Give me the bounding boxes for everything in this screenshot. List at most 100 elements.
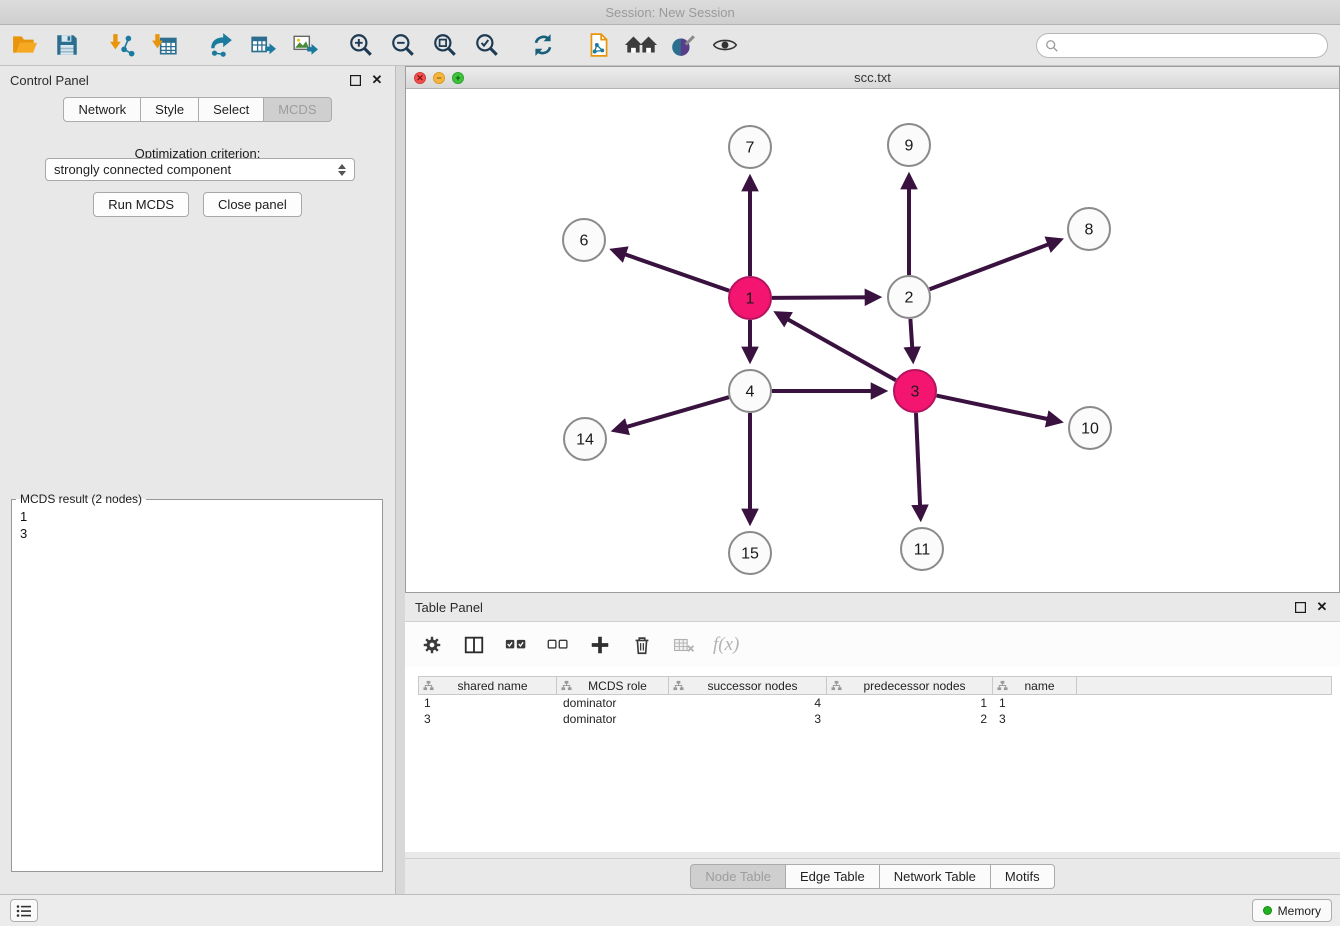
graph-node-1[interactable] [729, 277, 771, 319]
tab-motifs[interactable]: Motifs [991, 864, 1055, 889]
window-title: Session: New Session [605, 5, 734, 20]
select-all-icon[interactable] [503, 633, 529, 657]
table-cell[interactable]: 3 [669, 711, 827, 727]
float-table-panel-icon[interactable] [1292, 599, 1308, 615]
criterion-select[interactable]: strongly connected component [45, 158, 355, 181]
tab-style[interactable]: Style [141, 97, 199, 122]
close-panel-icon[interactable]: ✕ [369, 72, 385, 88]
table-row-1[interactable]: 3dominator323 [418, 711, 1332, 727]
graph-edge-3-1[interactable] [778, 314, 896, 380]
control-panel-title: Control Panel [10, 73, 341, 88]
add-row-icon[interactable] [587, 633, 613, 657]
table-tabs-strip: Node TableEdge TableNetwork TableMotifs [405, 858, 1340, 894]
column-header-name[interactable]: name [993, 676, 1077, 695]
tab-select[interactable]: Select [199, 97, 264, 122]
graph-node-3[interactable] [894, 370, 936, 412]
graph-edge-3-10[interactable] [937, 396, 1059, 422]
copy-network-image-icon[interactable] [582, 28, 616, 62]
column-header-predecessor-nodes[interactable]: predecessor nodes [827, 676, 993, 695]
table-row-0[interactable]: 1dominator411 [418, 695, 1332, 711]
graph-node-10[interactable] [1069, 407, 1111, 449]
tab-network-table[interactable]: Network Table [880, 864, 991, 889]
maximize-window-icon[interactable]: + [452, 72, 464, 84]
graph-node-6[interactable] [563, 219, 605, 261]
mcds-result-text[interactable]: 1 3 [12, 506, 382, 544]
criterion-select-value: strongly connected component [54, 162, 334, 177]
trash-icon[interactable] [629, 633, 655, 657]
table-cell[interactable]: 1 [993, 695, 1077, 711]
network-graph[interactable]: 7968124314101511 [406, 89, 1339, 592]
table-cell[interactable]: 4 [669, 695, 827, 711]
close-panel-button[interactable]: Close panel [203, 192, 302, 217]
search-field[interactable] [1036, 33, 1328, 58]
network-window-title: scc.txt [406, 70, 1339, 85]
graph-edge-4-14[interactable] [616, 397, 729, 430]
tab-mcds[interactable]: MCDS [264, 97, 331, 122]
list-icon [16, 904, 32, 918]
table-cell[interactable]: 3 [993, 711, 1077, 727]
zoom-in-icon[interactable] [344, 28, 378, 62]
tab-network[interactable]: Network [63, 97, 141, 122]
memory-button[interactable]: Memory [1252, 899, 1332, 922]
table-toolbar: f(x) [405, 621, 1340, 667]
export-network-icon[interactable] [204, 28, 238, 62]
control-panel: Control Panel ✕ NetworkStyleSelectMCDS O… [0, 66, 396, 894]
graph-edge-3-11[interactable] [916, 413, 921, 517]
column-sort-icon [997, 680, 1008, 694]
export-table-icon[interactable] [246, 28, 280, 62]
graph-node-7[interactable] [729, 126, 771, 168]
network-window: ✕ − + scc.txt 7968124314101511 [405, 66, 1340, 593]
table-cell[interactable]: dominator [557, 711, 669, 727]
graph-edge-1-6[interactable] [614, 251, 729, 291]
open-folder-icon[interactable] [8, 28, 42, 62]
table-cell[interactable]: dominator [557, 695, 669, 711]
deselect-all-icon[interactable] [545, 633, 571, 657]
show-columns-icon[interactable] [461, 633, 487, 657]
graph-node-11[interactable] [901, 528, 943, 570]
ndex-home-icon[interactable] [624, 28, 658, 62]
memory-status-icon [1263, 906, 1272, 915]
apply-style-icon[interactable] [666, 28, 700, 62]
zoom-out-icon[interactable] [386, 28, 420, 62]
run-mcds-button[interactable]: Run MCDS [93, 192, 189, 217]
gear-icon[interactable] [419, 633, 445, 657]
column-header-shared-name[interactable]: shared name [418, 676, 557, 695]
graph-node-14[interactable] [564, 418, 606, 460]
save-icon[interactable] [50, 28, 84, 62]
zoom-selected-icon[interactable] [470, 28, 504, 62]
network-window-titlebar[interactable]: ✕ − + scc.txt [406, 67, 1339, 89]
close-window-icon[interactable]: ✕ [414, 72, 426, 84]
memory-label: Memory [1278, 904, 1321, 918]
mcds-result-box: MCDS result (2 nodes) 1 3 [11, 492, 383, 872]
graph-node-9[interactable] [888, 124, 930, 166]
import-table-icon[interactable] [148, 28, 182, 62]
graph-node-4[interactable] [729, 370, 771, 412]
eye-icon[interactable] [708, 28, 742, 62]
tab-edge-table[interactable]: Edge Table [786, 864, 880, 889]
column-header-mcds-role[interactable]: MCDS role [557, 676, 669, 695]
table-body: 1dominator4113dominator323 [418, 695, 1332, 727]
float-panel-icon[interactable] [347, 72, 363, 88]
table-cell[interactable]: 1 [418, 695, 557, 711]
graph-edge-1-2[interactable] [772, 297, 877, 298]
close-table-panel-icon[interactable]: ✕ [1314, 599, 1330, 615]
table-cell[interactable]: 2 [827, 711, 993, 727]
task-history-button[interactable] [10, 899, 38, 922]
tab-node-table[interactable]: Node Table [690, 864, 786, 889]
minimize-window-icon[interactable]: − [433, 72, 445, 84]
graph-node-8[interactable] [1068, 208, 1110, 250]
table-cell[interactable]: 1 [827, 695, 993, 711]
column-sort-icon [831, 680, 842, 694]
zoom-fit-icon[interactable] [428, 28, 462, 62]
graph-edge-2-3[interactable] [910, 319, 913, 359]
node-table: shared nameMCDS rolesuccessor nodesprede… [418, 676, 1332, 727]
refresh-icon[interactable] [526, 28, 560, 62]
graph-node-2[interactable] [888, 276, 930, 318]
column-header-successor-nodes[interactable]: successor nodes [669, 676, 827, 695]
table-cell[interactable]: 3 [418, 711, 557, 727]
graph-node-15[interactable] [729, 532, 771, 574]
export-image-icon[interactable] [288, 28, 322, 62]
graph-edge-2-8[interactable] [930, 240, 1059, 289]
import-network-icon[interactable] [106, 28, 140, 62]
search-input[interactable] [1059, 36, 1327, 56]
